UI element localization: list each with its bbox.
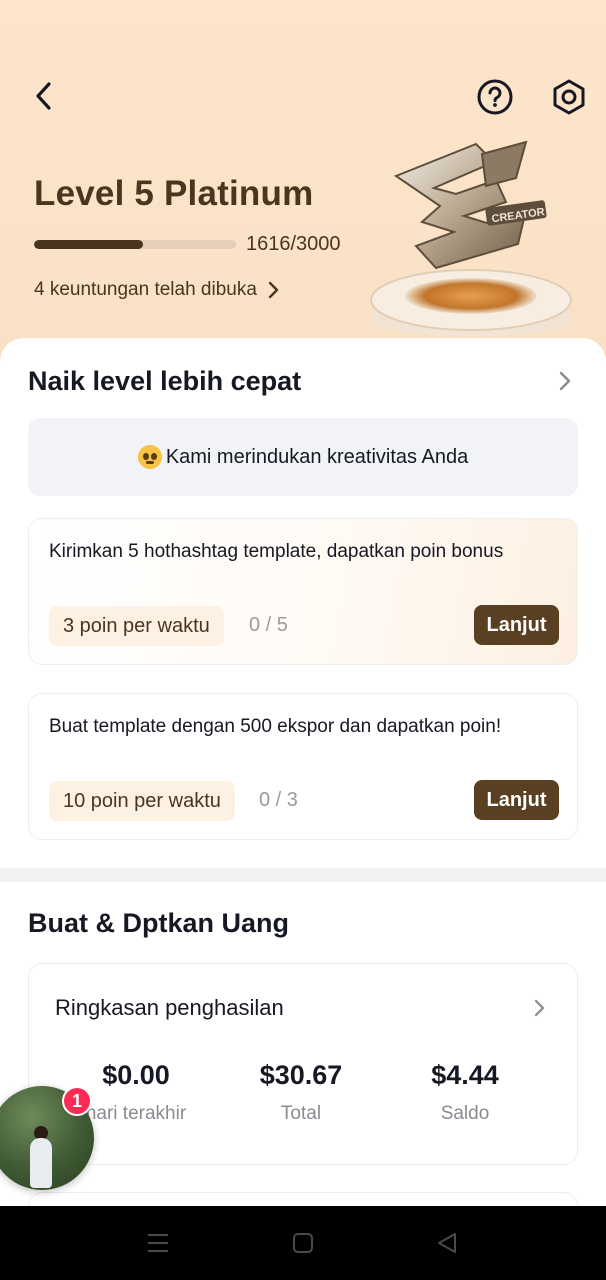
home-button[interactable] [288, 1228, 318, 1258]
triangle-back-icon [438, 1233, 456, 1253]
benefits-link[interactable]: 4 keuntungan telah dibuka [34, 279, 279, 301]
avatar-figure [30, 1138, 52, 1188]
level-up-section: Naik level lebih cepat Kami merindukan k… [0, 338, 606, 868]
task-count: 0 / 5 [249, 614, 288, 636]
stat-label: Total [280, 1103, 322, 1124]
task-card: Buat template dengan 500 ekspor dan dapa… [28, 693, 578, 840]
chevron-right-icon[interactable] [558, 370, 572, 392]
miss-creativity-banner: Kami merindukan kreativitas Anda [28, 418, 578, 496]
chevron-right-icon [534, 999, 545, 1017]
task-card: Kirimkan 5 hothashtag template, dapatkan… [28, 518, 578, 665]
task-count: 0 / 3 [259, 789, 298, 811]
help-button[interactable] [474, 76, 516, 118]
square-icon [293, 1233, 313, 1253]
recent-apps-button[interactable] [143, 1228, 173, 1258]
banner-text: Kami merindukan kreativitas Anda [165, 445, 469, 468]
creator-trophy-icon: CREATOR [370, 140, 572, 336]
task-description: Buat template dengan 500 ekspor dan dapa… [49, 716, 502, 737]
earnings-summary-card[interactable]: Ringkasan penghasilan $0.00 hari terakhi… [28, 963, 578, 1165]
notification-badge: 1 [62, 1086, 92, 1116]
level-progress-fill [34, 240, 143, 249]
task-description: Kirimkan 5 hothashtag template, dapatkan… [49, 541, 504, 562]
task-points: 10 poin per waktu [49, 781, 235, 821]
level-progress-bar [34, 240, 236, 249]
level-title: Level 5 Platinum [34, 174, 314, 213]
settings-button[interactable] [548, 76, 590, 118]
continue-button[interactable]: Lanjut [474, 780, 559, 820]
chevron-right-icon [268, 281, 279, 299]
benefits-label: 4 keuntungan telah dibuka [34, 279, 257, 300]
stat-value: $4.44 [431, 1060, 499, 1090]
chevron-left-icon [36, 82, 51, 110]
stat-label: Saldo [440, 1103, 490, 1124]
stat-value: $30.67 [259, 1060, 343, 1090]
level-up-title: Naik level lebih cepat [28, 366, 302, 396]
stat-total: $30.67 Total [211, 1060, 391, 1125]
menu-lines-icon [148, 1234, 168, 1252]
back-nav-button[interactable] [432, 1228, 462, 1258]
level-progress-text: 1616/3000 [246, 233, 341, 255]
hexagon-gear-icon [553, 79, 585, 115]
stat-balance: $4.44 Saldo [375, 1060, 555, 1125]
task-points: 3 poin per waktu [49, 606, 224, 646]
earnings-summary-title: Ringkasan penghasilan [55, 995, 284, 1020]
earn-title: Buat & Dptkan Uang [28, 908, 290, 938]
back-button[interactable] [24, 76, 64, 116]
pleading-face-icon [137, 445, 162, 469]
system-navigation-bar [0, 1206, 606, 1280]
continue-button[interactable]: Lanjut [474, 605, 559, 645]
earn-section: Buat & Dptkan Uang Ringkasan penghasilan… [0, 882, 606, 1232]
question-circle-icon [477, 79, 513, 115]
